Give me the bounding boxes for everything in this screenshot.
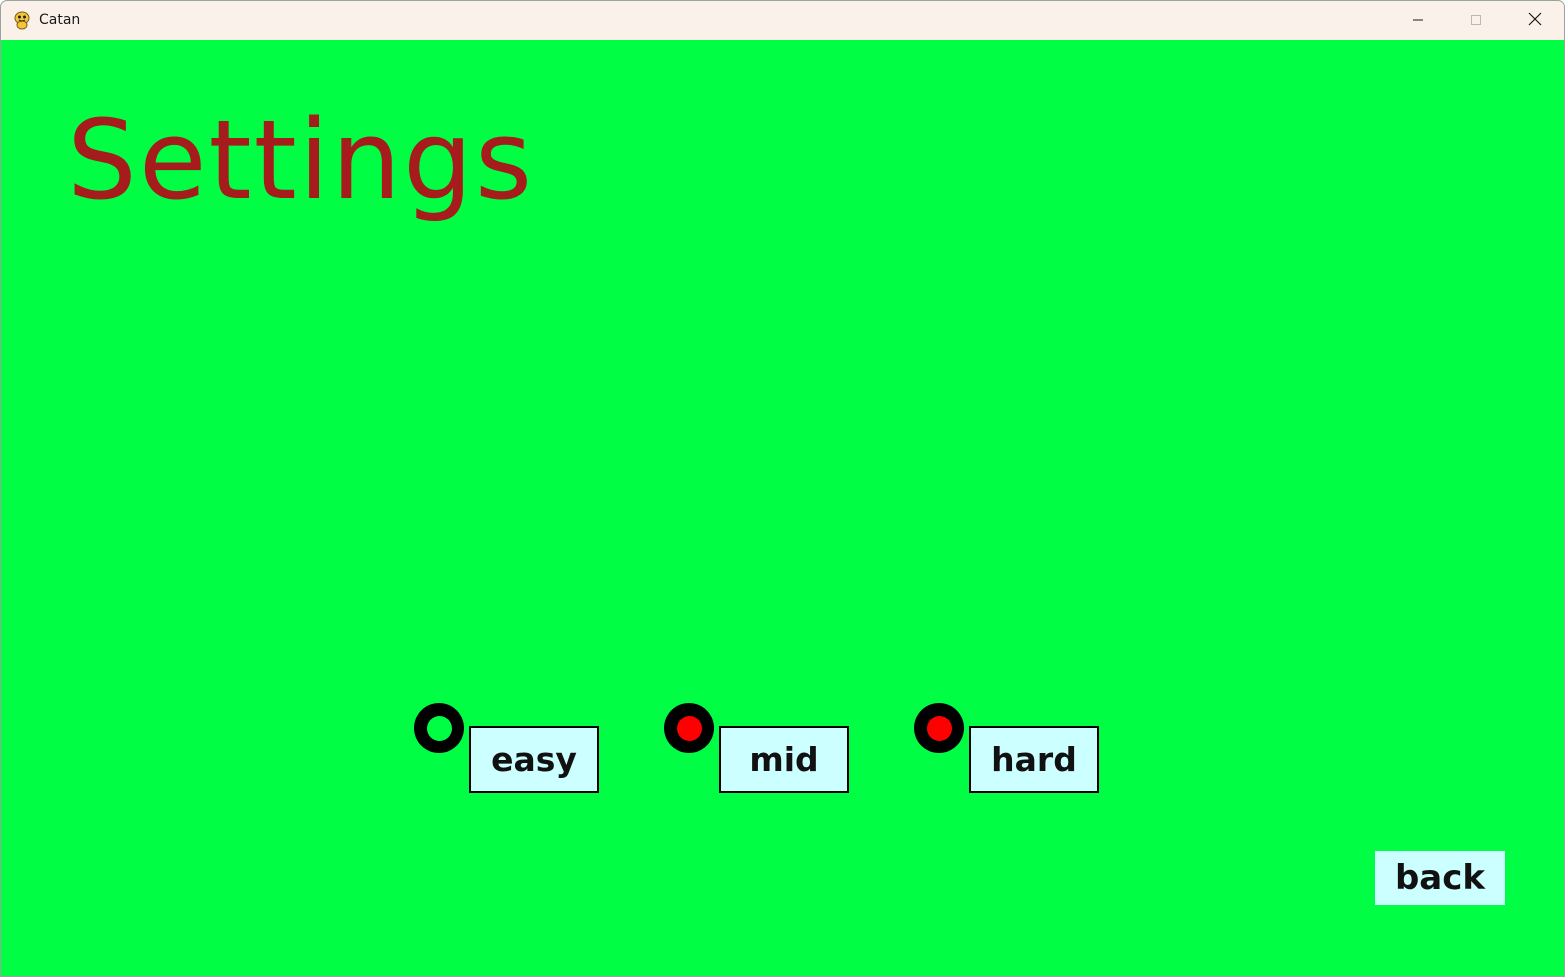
- page-title: Settings: [67, 96, 535, 224]
- hard-button[interactable]: hard: [969, 726, 1099, 793]
- close-icon: [1528, 11, 1542, 30]
- radio-indicator: [926, 715, 952, 741]
- minimize-button[interactable]: [1389, 1, 1447, 40]
- radio-indicator: [676, 715, 702, 741]
- maximize-button[interactable]: [1447, 1, 1505, 40]
- easy-button[interactable]: easy: [469, 726, 599, 793]
- difficulty-radio-mid[interactable]: [664, 703, 714, 753]
- back-button[interactable]: back: [1375, 851, 1505, 905]
- app-window: Catan Settings easy mid hard back: [0, 0, 1565, 977]
- close-button[interactable]: [1506, 1, 1564, 40]
- window-title: Catan: [39, 12, 81, 28]
- title-bar[interactable]: Catan: [1, 1, 1564, 40]
- radio-indicator: [426, 715, 452, 741]
- maximize-icon: [1470, 11, 1482, 30]
- difficulty-radio-hard[interactable]: [914, 703, 964, 753]
- python-snake-icon: [12, 10, 32, 30]
- settings-screen: Settings easy mid hard back: [1, 40, 1564, 976]
- minimize-icon: [1412, 11, 1424, 30]
- mid-button[interactable]: mid: [719, 726, 849, 793]
- difficulty-radio-easy[interactable]: [414, 703, 464, 753]
